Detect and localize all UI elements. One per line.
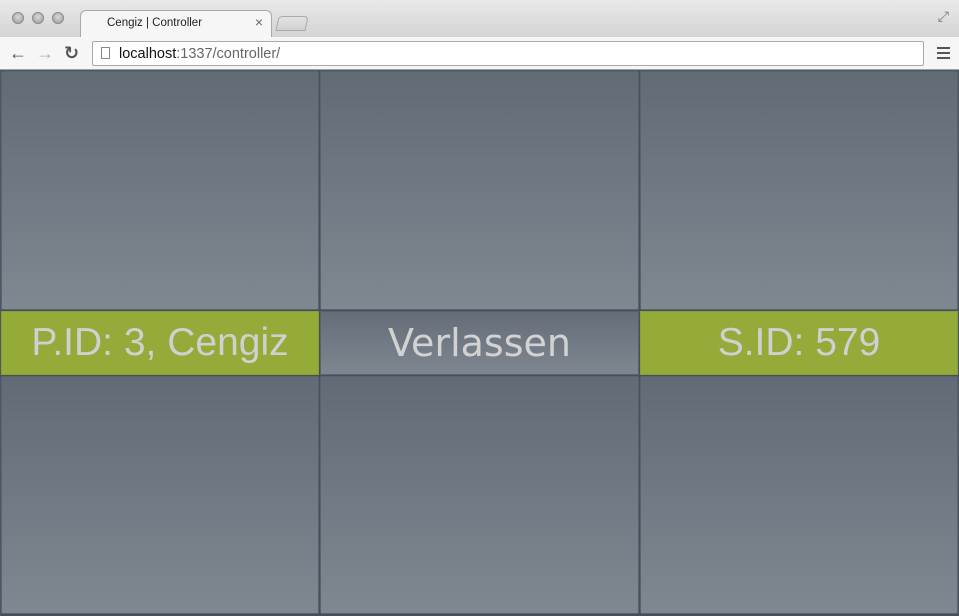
pad-top-center[interactable]	[320, 71, 639, 310]
back-arrow-icon[interactable]: ←	[9, 41, 27, 65]
session-id-label: S.ID: 579	[640, 311, 958, 375]
leave-button[interactable]: Verlassen	[320, 311, 639, 375]
player-id-label: P.ID: 3, Cengiz	[1, 311, 319, 375]
pad-bottom-center[interactable]	[320, 376, 639, 614]
pad-bottom-right[interactable]	[640, 376, 958, 614]
fullscreen-icon[interactable]: ⤢	[938, 8, 949, 25]
close-window-button[interactable]	[12, 12, 24, 24]
menu-icon[interactable]	[937, 47, 950, 59]
close-icon[interactable]: ×	[255, 14, 263, 30]
pad-top-left[interactable]	[1, 71, 319, 310]
zoom-window-button[interactable]	[52, 12, 64, 24]
reload-icon[interactable]: ↻	[64, 41, 79, 65]
tab-strip: Cengiz | Controller × ⤢	[0, 0, 959, 37]
page-viewport: P.ID: 3, Cengiz Verlassen S.ID: 579	[0, 70, 959, 616]
controller-grid: P.ID: 3, Cengiz Verlassen S.ID: 579	[1, 71, 958, 616]
pad-bottom-left[interactable]	[1, 376, 319, 614]
tab-title: Cengiz | Controller	[107, 17, 203, 29]
browser-window: Cengiz | Controller × ⤢ ← → ↻ localhost:…	[0, 0, 959, 616]
url-path: :1337/controller/	[176, 46, 281, 62]
pad-top-right[interactable]	[640, 71, 958, 310]
page-icon	[101, 47, 110, 59]
url-text: localhost:1337/controller/	[119, 46, 280, 62]
new-tab-button[interactable]	[275, 16, 309, 31]
forward-arrow-icon[interactable]: →	[36, 41, 54, 65]
url-host: localhost	[119, 46, 177, 62]
address-bar[interactable]: localhost:1337/controller/	[92, 41, 924, 66]
minimize-window-button[interactable]	[32, 12, 44, 24]
browser-toolbar: ← → ↻ localhost:1337/controller/	[0, 37, 959, 70]
tab-controller[interactable]: Cengiz | Controller ×	[80, 10, 272, 37]
